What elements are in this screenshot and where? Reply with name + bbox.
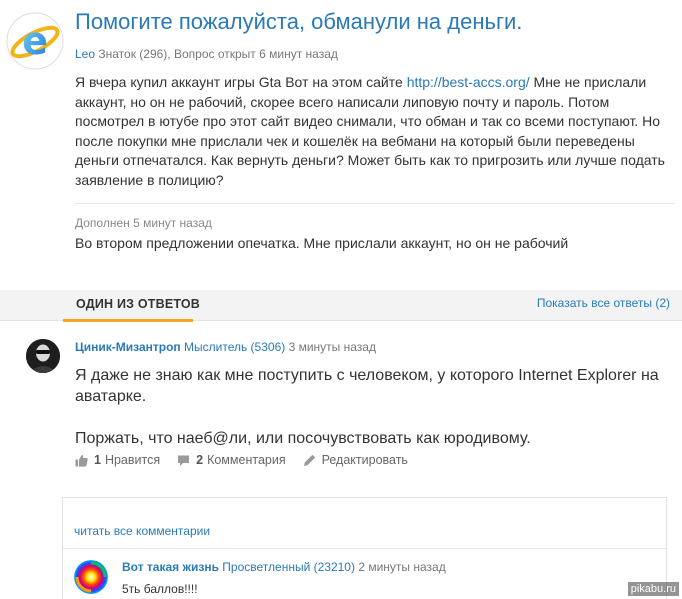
read-all-comments-link[interactable]: читать все комментарии — [74, 524, 210, 538]
pikabu-watermark: pikabu.ru — [627, 582, 679, 596]
comment-text: 5ть баллов!!!! — [122, 582, 198, 596]
edit-label: Редактировать — [321, 453, 408, 467]
answers-tab-underline — [63, 319, 193, 322]
answers-tab-title[interactable]: ОДИН ИЗ ОТВЕТОВ — [76, 297, 200, 311]
comment-author-avatar[interactable] — [74, 560, 108, 594]
comment-author-rank[interactable]: Просветленный (23210) — [222, 560, 355, 574]
answer-author-avatar[interactable] — [26, 339, 60, 373]
answer-author-rank[interactable]: Мыслитель (5306) — [184, 340, 285, 354]
answer-paragraph-1: Я даже не знаю как мне поступить с челов… — [75, 367, 659, 405]
show-all-answers-link[interactable]: Показать все ответы (2) — [537, 296, 670, 310]
supplement-text: Во втором предложении опечатка. Мне прис… — [75, 235, 569, 251]
answers-header-bar: ОДИН ИЗ ОТВЕТОВ Показать все ответы (2) — [0, 290, 682, 322]
comments-label: Комментария — [207, 453, 286, 467]
question-meta: Leo Знаток (296), Вопрос открыт 6 минут … — [75, 47, 338, 61]
comments-count: 2 — [196, 453, 204, 467]
edit-button[interactable]: Редактировать — [303, 453, 408, 467]
comments-button[interactable]: 2 Комментария — [177, 453, 286, 467]
internet-explorer-icon: e — [6, 12, 64, 70]
svg-text:e: e — [22, 19, 48, 63]
person-photo-icon — [26, 339, 60, 373]
question-body-text-end: Мне не прислали аккаунт, но он не рабочи… — [75, 74, 665, 188]
like-button[interactable]: 1 Нравится — [75, 453, 160, 467]
comment-author-link[interactable]: Вот такая жизнь — [122, 560, 219, 574]
question-body: Я вчера купил аккаунт игры Gta Вот на эт… — [75, 73, 675, 190]
answer-author-link[interactable]: Циник-Мизантроп — [75, 340, 181, 354]
answer-actions: 1 Нравится 2 Комментария Редактировать — [75, 453, 425, 467]
question-divider — [75, 203, 675, 204]
comments-divider — [63, 548, 666, 549]
likes-label: Нравится — [104, 453, 161, 467]
comment-time: 2 минуты назад — [358, 560, 446, 574]
comment-meta: Вот такая жизнь Просветленный (23210) 2 … — [122, 560, 446, 574]
answer-paragraph-2: Поржать, что наеб@ли, или посочувствоват… — [75, 430, 531, 447]
question-title: Помогите пожалуйста, обманули на деньги. — [75, 9, 523, 34]
question-author-link[interactable]: Leo — [75, 47, 95, 61]
answer-time: 3 минуты назад — [288, 340, 376, 354]
pencil-icon — [303, 454, 315, 466]
answer-body: Я даже не знаю как мне поступить с челов… — [75, 365, 670, 449]
likes-count: 1 — [94, 453, 101, 467]
answer-meta: Циник-Мизантроп Мыслитель (5306) 3 минут… — [75, 340, 376, 354]
question-body-text-start: Я вчера купил аккаунт игры Gta Вот на эт… — [75, 74, 403, 90]
question-author-avatar[interactable]: e — [6, 12, 64, 70]
comments-box: читать все комментарии Вот такая жизнь П… — [62, 497, 667, 599]
question-author-rank: Знаток (296), — [98, 47, 171, 61]
comment-bubble-icon — [178, 455, 190, 466]
thumbs-up-icon — [75, 454, 88, 467]
question-body-link[interactable]: http://best-accs.org/ — [407, 74, 530, 90]
supplement-label: Дополнен 5 минут назад — [75, 216, 212, 230]
question-status: Вопрос открыт 6 минут назад — [173, 47, 338, 61]
